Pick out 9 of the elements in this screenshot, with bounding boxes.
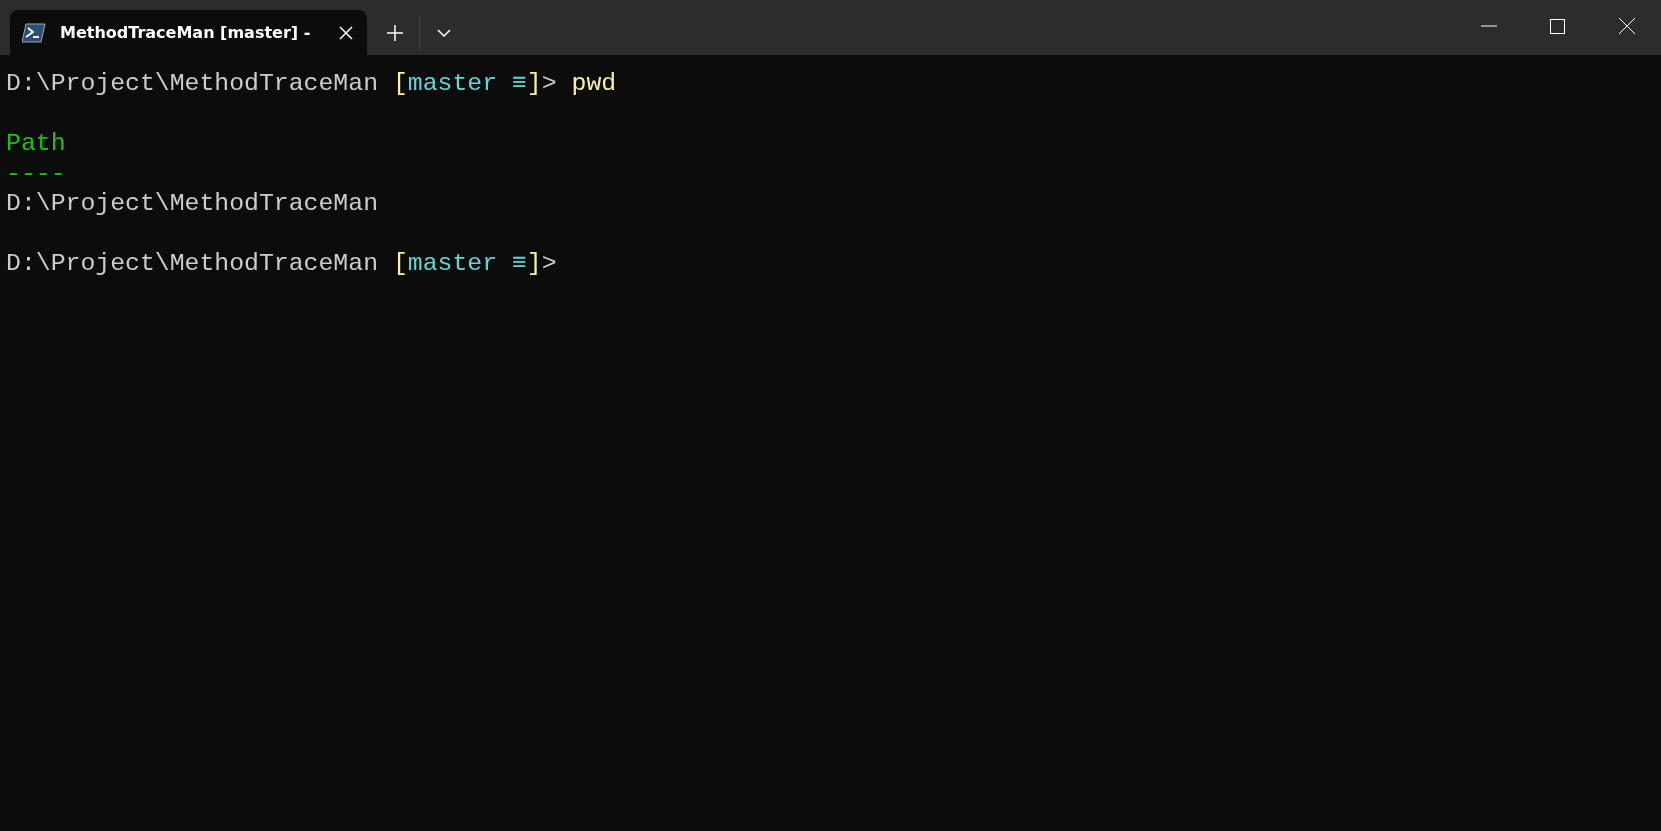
close-tab-icon[interactable]	[339, 25, 353, 40]
tab-title: MethodTraceMan [master] -	[60, 23, 312, 42]
powershell-icon	[22, 22, 46, 43]
terminal-line: D:\Project\MethodTraceMan [master ≡]>	[6, 248, 557, 278]
terminal-tab[interactable]: MethodTraceMan [master] -	[10, 10, 367, 55]
terminal-line: ----	[6, 158, 66, 188]
terminal-line: D:\Project\MethodTraceMan	[6, 188, 378, 218]
terminal-line: D:\Project\MethodTraceMan [master ≡]> pwd	[6, 68, 617, 98]
terminal-line: Path	[6, 128, 66, 158]
